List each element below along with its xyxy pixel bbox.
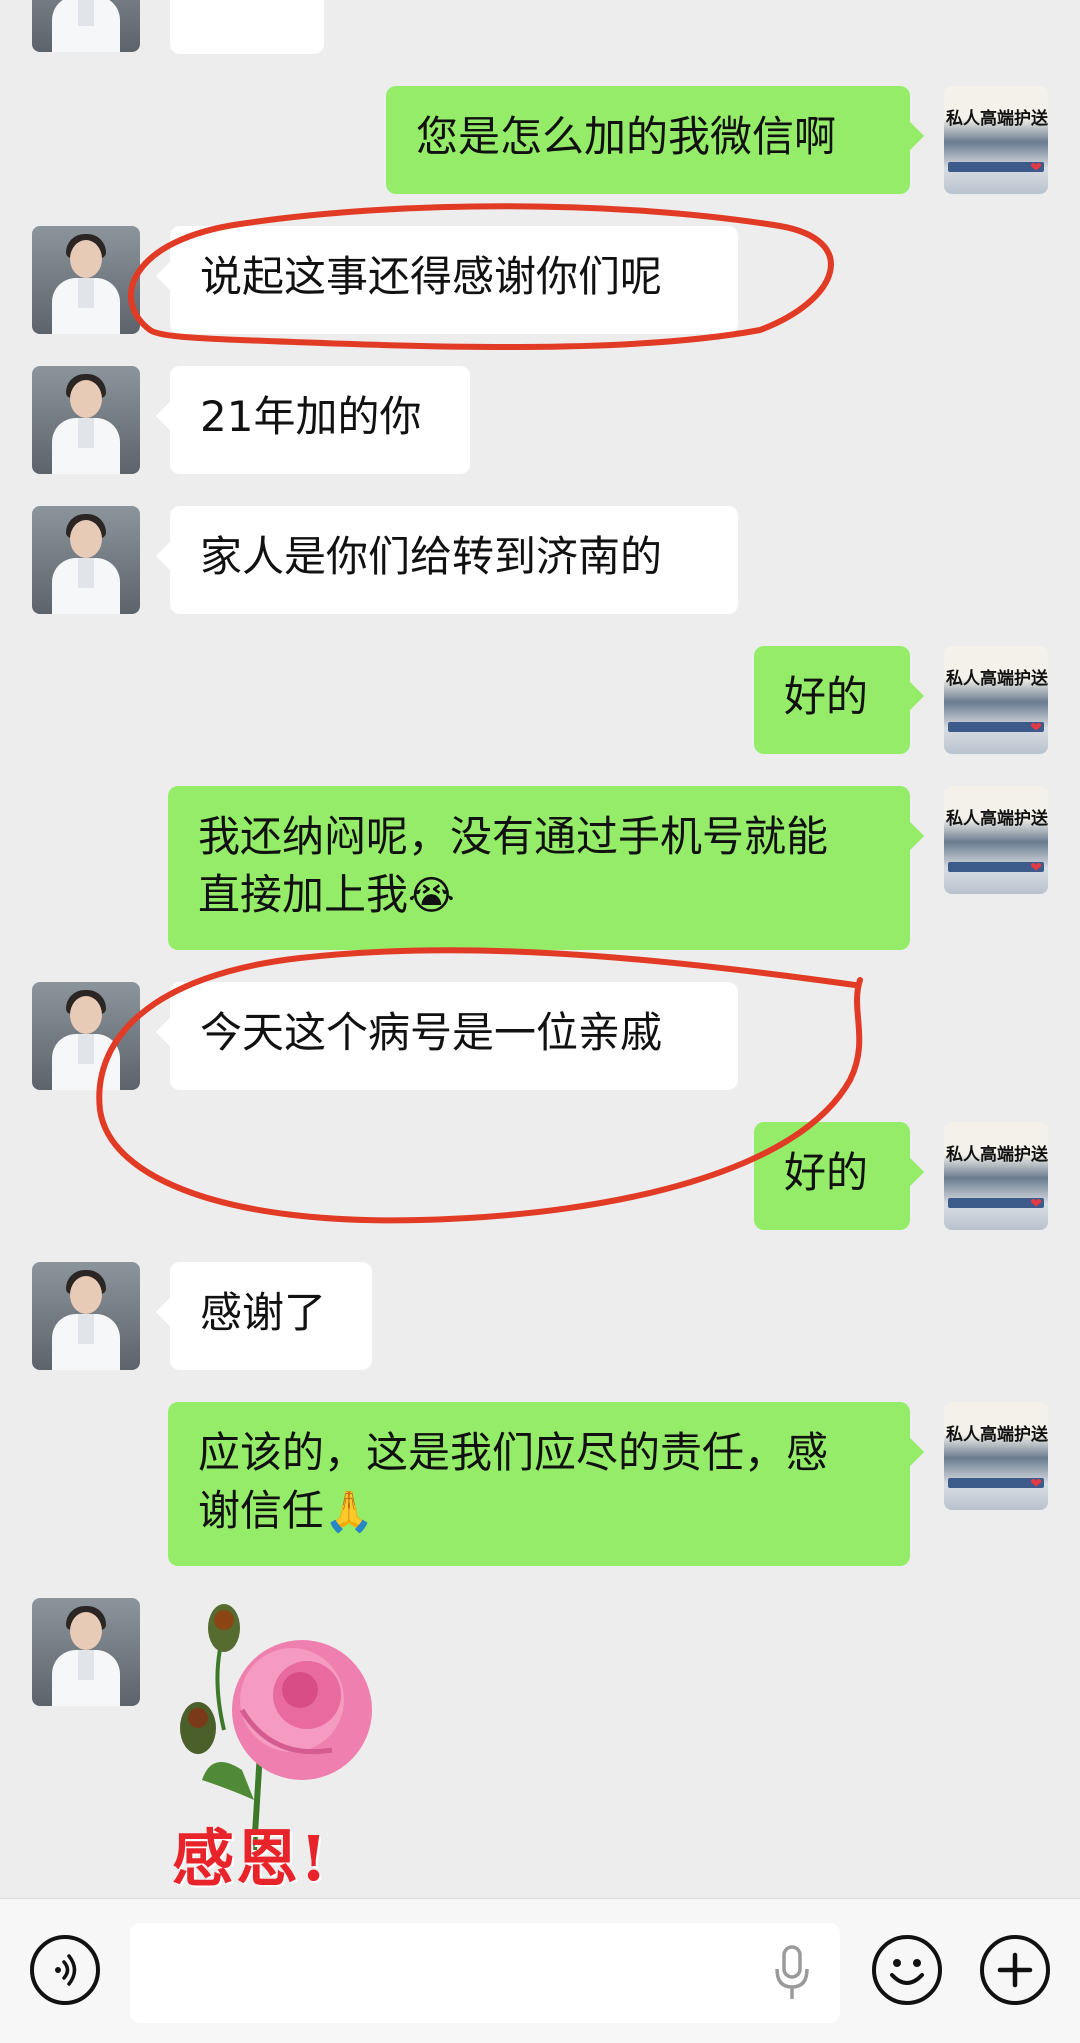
message-bubble-received[interactable]: 家人是你们给转到济南的 [170,506,738,614]
avatar-badge-text: 私人高端护送 [946,669,1048,689]
avatar-badge-text: 私人高端护送 [946,109,1048,129]
folded-hands-emoji-icon: 🙏 [324,1489,374,1535]
heart-icon: ❤ [1030,860,1042,876]
plus-icon-graphic [997,1952,1033,1988]
message-text-line: 我还纳闷呢，没有通过手机号就能 [198,812,829,861]
message-text-line: 谢信任🙏 [198,1482,880,1541]
avatar-contact[interactable] [32,506,140,614]
message-text: 谢信任 [198,1486,325,1535]
message-text: 您是怎么加的我微信啊 [416,112,837,161]
message-text: 说起这事还得感谢你们呢 [200,252,663,301]
message-bubble-sent[interactable]: 您是怎么加的我微信啊 [386,86,910,194]
message-text: 家人是你们给转到济南的 [200,532,663,581]
heart-icon: ❤ [1030,1476,1042,1492]
avatar-self[interactable]: 私人高端护送 ❤ [944,1402,1048,1510]
voice-icon[interactable] [30,1935,100,2005]
microphone-icon[interactable] [772,1943,812,2003]
message-text-line: 直接加上我😭 [198,866,880,925]
message-text: 直接加上我 [198,870,409,919]
avatar-contact[interactable] [32,0,140,52]
emoji-icon[interactable] [872,1935,942,2005]
avatar-contact[interactable] [32,366,140,474]
message-text: 今天这个病号是一位亲戚 [200,1008,663,1057]
plus-icon[interactable] [980,1935,1050,2005]
sticker-caption: 感恩! [172,1822,330,1895]
message-bubble-received[interactable]: 说起这事还得感谢你们呢 [170,226,738,334]
message-bubble-partial [170,0,324,54]
voice-icon-graphic [55,1954,77,1986]
avatar-badge-text: 私人高端护送 [946,809,1048,829]
avatar-self[interactable]: 私人高端护送 ❤ [944,1122,1048,1230]
avatar-self[interactable]: 私人高端护送 ❤ [944,646,1048,754]
crying-laughing-emoji-icon: 😭 [408,873,455,919]
message-bubble-sent[interactable]: 好的 [754,1122,910,1230]
avatar-self[interactable]: 私人高端护送 ❤ [944,86,1048,194]
avatar-self[interactable]: 私人高端护送 ❤ [944,786,1048,894]
message-bubble-sent[interactable]: 我还纳闷呢，没有通过手机号就能 直接加上我😭 [168,786,910,950]
avatar-contact[interactable] [32,1262,140,1370]
avatar-contact[interactable] [32,226,140,334]
avatar-badge-text: 私人高端护送 [946,1145,1048,1165]
message-bubble-received[interactable]: 21年加的你 [170,366,470,474]
heart-icon: ❤ [1030,720,1042,736]
heart-icon: ❤ [1030,160,1042,176]
message-text: 好的 [784,1148,869,1197]
message-bubble-sent[interactable]: 好的 [754,646,910,754]
avatar-badge-text: 私人高端护送 [946,1425,1048,1445]
input-toolbar [0,1898,1080,2043]
message-input[interactable] [130,1923,840,2023]
message-text: 好的 [784,672,869,721]
heart-icon: ❤ [1030,1196,1042,1212]
rose-thanks-sticker[interactable]: 感恩! [162,1600,432,1895]
message-text: 21年加的你 [200,392,422,441]
avatar-contact[interactable] [32,982,140,1090]
message-bubble-received[interactable]: 感谢了 [170,1262,372,1370]
message-text: 感谢了 [200,1288,327,1337]
message-bubble-sent[interactable]: 应该的，这是我们应尽的责任，感 谢信任🙏 [168,1402,910,1566]
chat-area[interactable]: 您是怎么加的我微信啊 私人高端护送 ❤ 说起这事还得感谢你们呢 21年加的你 家… [0,0,1080,1898]
message-bubble-received[interactable]: 今天这个病号是一位亲戚 [170,982,738,1090]
emoji-icon-graphic [890,1959,924,1985]
avatar-contact[interactable] [32,1598,140,1706]
message-text-line: 应该的，这是我们应尽的责任，感 [198,1428,829,1477]
microphone-icon-graphic [775,1945,809,1999]
